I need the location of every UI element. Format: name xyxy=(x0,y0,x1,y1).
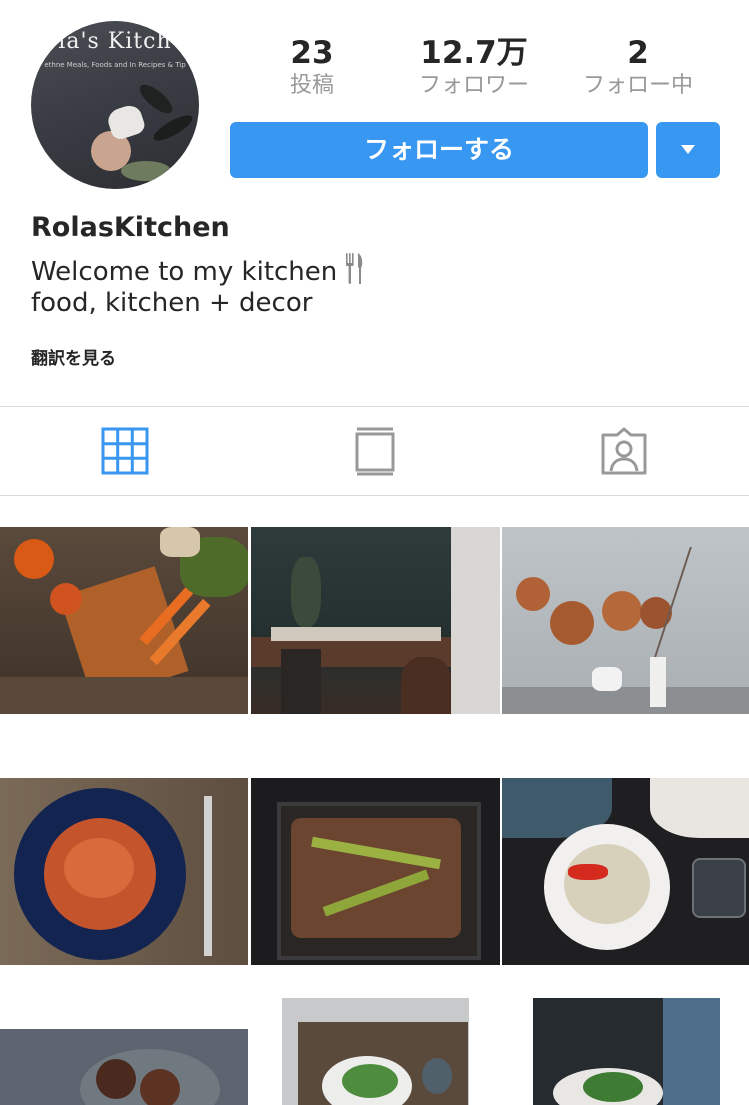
photo-detail xyxy=(271,627,441,641)
photo-detail xyxy=(96,1059,136,1099)
post-thumbnail[interactable] xyxy=(251,527,500,714)
photo-detail xyxy=(516,577,550,611)
feed-view-tab[interactable] xyxy=(350,426,400,476)
photo-detail xyxy=(583,1072,643,1102)
grid-view-tab[interactable] xyxy=(100,426,150,476)
posts-count: 23 xyxy=(290,35,334,71)
grid-icon xyxy=(101,427,149,475)
post-thumbnail[interactable] xyxy=(533,998,720,1105)
followers-count: 12.7万 xyxy=(420,35,528,71)
photo-detail xyxy=(50,583,82,615)
photo-detail xyxy=(291,557,321,627)
caret-down-icon xyxy=(681,145,695,154)
followers-count-stat[interactable]: 12.7万 フォロワー xyxy=(394,34,554,100)
photo-detail xyxy=(451,527,500,714)
photo-detail xyxy=(0,677,248,714)
post-thumbnail[interactable] xyxy=(0,778,248,965)
following-count: 2 xyxy=(627,35,649,71)
avatar-cover-subtitle: ethne Meals, Foods and In Recipes & Tip xyxy=(44,61,186,69)
tagged-view-tab[interactable] xyxy=(599,426,649,476)
bio-line-1: Welcome to my kitchen xyxy=(31,252,365,293)
post-thumbnail[interactable] xyxy=(251,778,500,965)
photo-detail xyxy=(140,1069,180,1105)
photo-detail xyxy=(568,864,608,880)
bio-line-2: food, kitchen + decor xyxy=(31,288,313,318)
photo-detail xyxy=(692,858,746,918)
photo-detail xyxy=(401,657,451,714)
following-label: フォロー中 xyxy=(582,73,693,98)
photo-detail xyxy=(291,818,461,938)
avatar-bowl xyxy=(121,161,171,181)
suggested-accounts-dropdown-button[interactable] xyxy=(656,122,720,178)
photo-detail xyxy=(14,539,54,579)
photo-detail xyxy=(650,657,666,707)
photo-detail xyxy=(592,667,622,691)
photo-detail xyxy=(64,838,134,898)
feed-icon xyxy=(355,427,395,476)
photo-detail xyxy=(204,796,212,956)
profile-username: RolasKitchen xyxy=(31,212,230,243)
photo-detail xyxy=(663,998,720,1105)
post-thumbnail[interactable] xyxy=(0,1029,248,1105)
photo-detail xyxy=(281,649,321,714)
post-thumbnail[interactable] xyxy=(282,998,469,1105)
photo-detail xyxy=(502,687,749,714)
tagged-user-icon xyxy=(601,427,647,475)
fork-and-knife-icon xyxy=(345,252,365,293)
follow-button[interactable]: フォローする xyxy=(230,122,648,178)
avatar-leaf xyxy=(135,80,177,118)
post-thumbnail[interactable] xyxy=(0,527,248,714)
see-translation-link[interactable]: 翻訳を見る xyxy=(31,344,116,369)
posts-count-stat[interactable]: 23 投稿 xyxy=(232,34,392,100)
photo-detail xyxy=(422,1058,452,1094)
photo-detail xyxy=(342,1064,398,1098)
post-thumbnail[interactable] xyxy=(502,778,749,965)
photo-detail xyxy=(602,591,642,631)
photo-detail xyxy=(550,601,594,645)
bio-line-1-text: Welcome to my kitchen xyxy=(31,257,338,287)
profile-avatar[interactable]: la's Kitch ethne Meals, Foods and In Rec… xyxy=(31,21,199,189)
avatar-leaf xyxy=(150,110,196,146)
photo-detail xyxy=(650,778,749,838)
profile-tab-bar xyxy=(0,406,749,496)
avatar-cover-title: la's Kitch xyxy=(58,29,172,54)
posts-label: 投稿 xyxy=(289,73,334,98)
photo-detail xyxy=(160,527,200,557)
post-thumbnail[interactable] xyxy=(502,527,749,714)
following-count-stat[interactable]: 2 フォロー中 xyxy=(558,34,718,100)
followers-label: フォロワー xyxy=(418,73,529,98)
photo-detail xyxy=(564,844,650,924)
